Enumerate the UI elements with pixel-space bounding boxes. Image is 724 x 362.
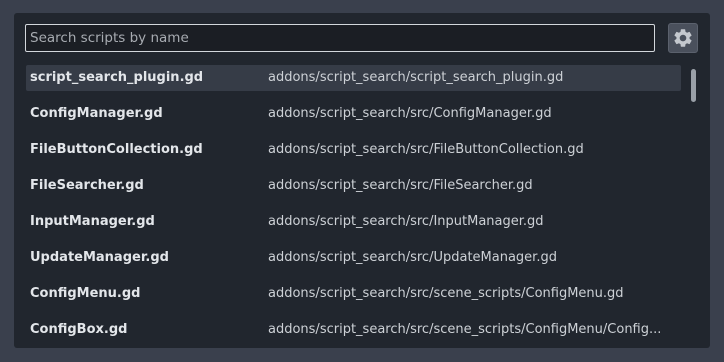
result-row[interactable]: FileSearcher.gd addons/script_search/src… — [26, 173, 681, 199]
script-name: ConfigBox.gd — [30, 322, 128, 337]
result-row[interactable]: FileButtonCollection.gd addons/script_se… — [26, 137, 681, 163]
results-list[interactable]: script_search_plugin.gd addons/script_se… — [26, 65, 683, 348]
script-path: addons/script_search/src/UpdateManager.g… — [268, 250, 557, 265]
script-search-dialog: script_search_plugin.gd addons/script_se… — [14, 13, 710, 348]
script-path: addons/script_search/script_search_plugi… — [268, 70, 564, 85]
script-name: script_search_plugin.gd — [30, 70, 204, 85]
scrollbar-thumb[interactable] — [691, 69, 696, 102]
script-name: ConfigManager.gd — [30, 106, 163, 121]
result-row[interactable]: script_search_plugin.gd addons/script_se… — [26, 65, 681, 91]
script-name: InputManager.gd — [30, 214, 155, 229]
settings-button[interactable] — [668, 23, 698, 53]
script-path: addons/script_search/src/FileSearcher.gd — [268, 178, 533, 193]
script-name: FileButtonCollection.gd — [30, 142, 203, 157]
script-path: addons/script_search/src/scene_scripts/C… — [268, 286, 624, 301]
result-row[interactable]: InputManager.gd addons/script_search/src… — [26, 209, 681, 235]
result-row[interactable]: ConfigMenu.gd addons/script_search/src/s… — [26, 281, 681, 307]
gear-icon — [674, 29, 692, 47]
script-name: ConfigMenu.gd — [30, 286, 141, 301]
result-row[interactable]: ConfigManager.gd addons/script_search/sr… — [26, 101, 681, 127]
script-path: addons/script_search/src/InputManager.gd — [268, 214, 544, 229]
search-input[interactable] — [25, 24, 655, 52]
script-path: addons/script_search/src/scene_scripts/C… — [268, 322, 662, 337]
script-path: addons/script_search/src/ConfigManager.g… — [268, 106, 552, 121]
result-row[interactable]: UpdateManager.gd addons/script_search/sr… — [26, 245, 681, 271]
script-name: UpdateManager.gd — [30, 250, 169, 265]
result-row[interactable]: ConfigBox.gd addons/script_search/src/sc… — [26, 317, 681, 343]
script-name: FileSearcher.gd — [30, 178, 144, 193]
script-path: addons/script_search/src/FileButtonColle… — [268, 142, 584, 157]
results-scrollbar[interactable] — [688, 65, 698, 348]
